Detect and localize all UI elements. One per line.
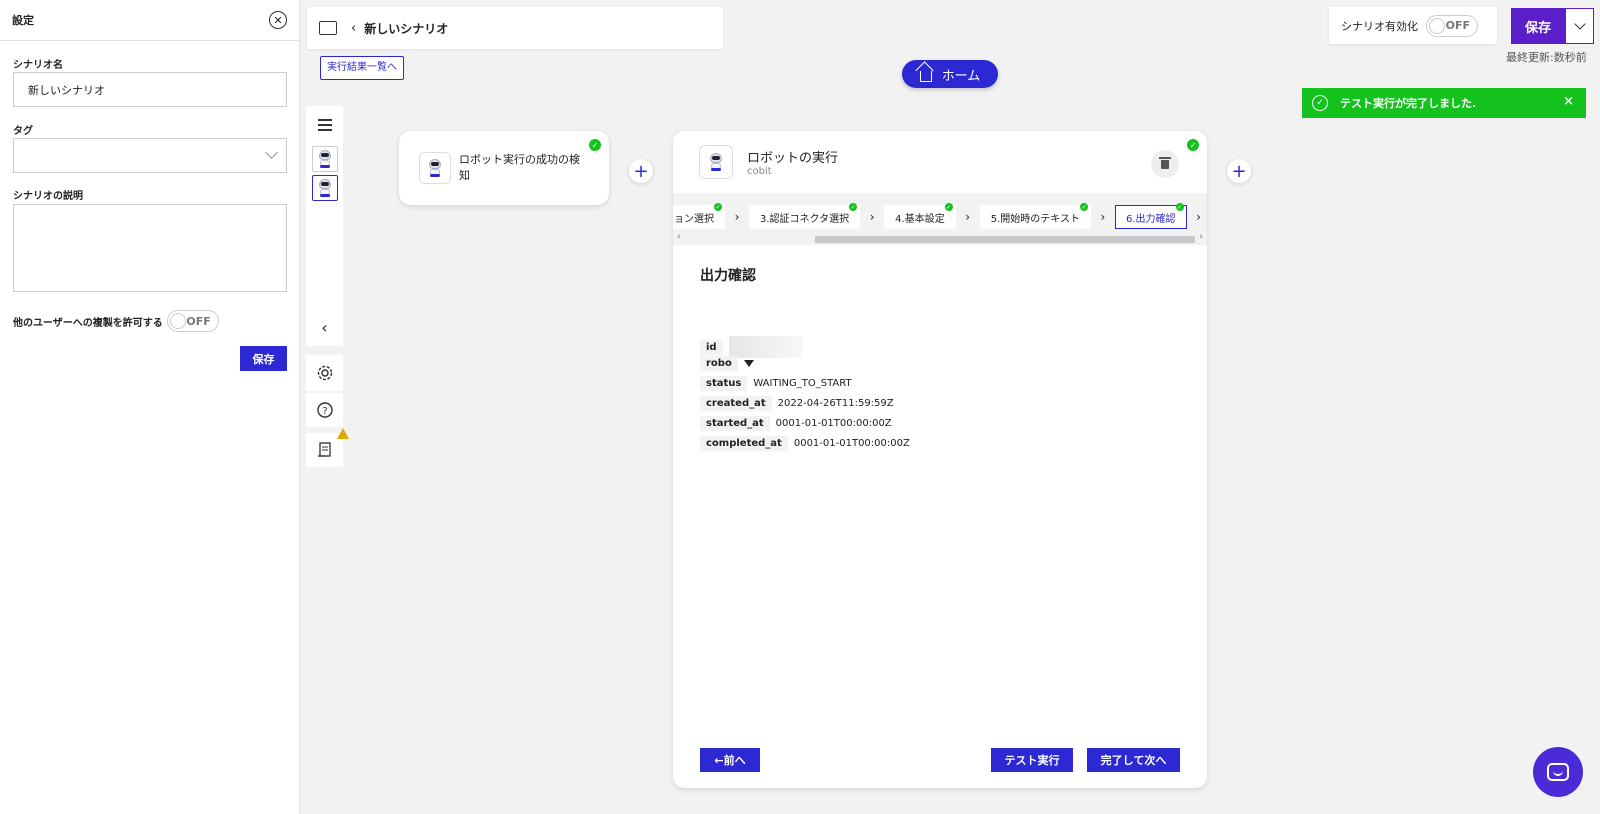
gear-icon[interactable] [306,355,343,391]
step-tab[interactable]: 4.基本設定 ✓ [884,203,956,229]
horizontal-scrollbar[interactable]: ‹ › [673,232,1207,244]
toggle-knob [169,313,186,329]
allow-copy-toggle-text: OFF [186,314,211,328]
toast-message: テスト実行が完了しました. [1340,97,1477,110]
allow-copy-row: 他のユーザーへの複製を許可する OFF [13,310,219,332]
output-row-created-at: created_at 2022-04-26T11:59:59Z [700,396,894,411]
scenario-enable-toggle-text: OFF [1445,19,1470,32]
tag-select[interactable] [13,138,287,173]
svg-text:?: ? [322,406,327,417]
toast-close-icon[interactable]: × [1563,94,1574,109]
chevron-down-icon [1573,18,1586,30]
output-row-robo[interactable]: robo [700,356,754,371]
chevron-down-icon [265,146,278,159]
save-split-button: 保存 [1511,8,1594,44]
settings-panel: 設定 ✕ シナリオ名 タグ シナリオの説明 他のユーザーへの複製を許可する OF… [0,0,300,814]
folder-icon[interactable] [319,21,337,35]
breadcrumb: ‹ 新しいシナリオ [307,7,723,49]
save-button[interactable]: 保存 [1511,8,1565,44]
check-badge-icon: ✓ [589,139,601,151]
description-label: シナリオの説明 [13,191,83,202]
scenario-enable-box: シナリオ有効化 OFF [1329,7,1497,44]
add-step-button[interactable]: + [1227,159,1251,183]
output-row-id: id [700,336,803,358]
output-row-status: status WAITING_TO_START [700,376,852,391]
scenario-enable-label: シナリオ有効化 [1341,19,1418,33]
output-title: 出力確認 [700,268,756,284]
home-icon [919,70,932,82]
scenario-title[interactable]: 新しいシナリオ [364,20,448,37]
trigger-node[interactable]: ロボット実行の成功の検知 ✓ [399,131,609,205]
list-view-button[interactable] [306,106,343,143]
step-thumb-action[interactable] [311,175,338,201]
steps-bar: ョン選択 ✓ › 3.認証コネクタ選択 ✓ › 4.基本設定 ✓ › 5.開始時のテキ… [673,193,1207,245]
chevron-left-icon[interactable]: ‹ [351,21,356,36]
check-badge-icon: ✓ [1187,139,1199,151]
chat-icon[interactable] [1533,747,1583,797]
results-list-link[interactable]: 実行結果一覧へ [320,56,404,80]
last-updated-text: 最終更新:数秒前 [1506,51,1587,64]
chevron-right-icon: › [1100,210,1106,224]
allow-copy-label: 他のユーザーへの複製を許可する [13,317,163,329]
step-thumb-trigger[interactable] [311,146,338,172]
scenario-name-label: シナリオ名 [13,60,63,71]
step-tab[interactable]: ョン選択 ✓ [673,203,725,229]
home-button[interactable]: ホーム [902,60,998,88]
toggle-knob [1429,17,1445,34]
settings-title: 設定 [12,14,34,27]
chevron-right-icon: › [734,210,740,224]
step-navigator: ‹ [306,106,343,346]
trash-icon[interactable] [1151,150,1179,178]
output-row-completed-at: completed_at 0001-01-01T00:00:00Z [700,436,910,451]
steps-list: ョン選択 ✓ › 3.認証コネクタ選択 ✓ › 4.基本設定 ✓ › 5.開始時のテキ… [673,203,1207,230]
chevron-right-icon: › [965,210,971,224]
scroll-left-icon[interactable]: ‹ [677,232,681,242]
success-toast: ✓ テスト実行が完了しました. × [1302,88,1586,118]
close-icon[interactable]: ✕ [269,11,287,29]
robot-icon [699,145,733,179]
description-textarea[interactable] [13,204,287,292]
save-options-button[interactable] [1565,8,1594,44]
chevron-right-icon: › [869,210,875,224]
scrollbar-thumb[interactable] [815,236,1195,243]
robot-icon [419,152,451,184]
robot-icon [317,150,333,168]
settings-header: 設定 ✕ [0,0,299,41]
allow-copy-toggle[interactable]: OFF [166,310,219,332]
robot-icon [317,179,333,197]
check-circle-icon: ✓ [1312,95,1328,111]
add-step-button[interactable]: + [629,159,653,183]
redacted-value [728,336,803,358]
home-label: ホーム [941,68,981,84]
step-tab-active[interactable]: 6.出力確認 ✓ [1114,203,1187,229]
scenario-name-input[interactable] [13,72,287,107]
step-tab[interactable]: 5.開始時のテキスト ✓ [979,203,1091,229]
tag-label: タグ [13,126,33,137]
prev-button[interactable]: ←前へ [700,748,760,772]
step-tab[interactable]: 3.認証コネクタ選択 ✓ [749,203,861,229]
scenario-enable-toggle[interactable]: OFF [1426,14,1478,37]
action-node-header: ロボットの実行 cobit ✓ [673,131,1207,193]
action-node: ロボットの実行 cobit ✓ ョン選択 ✓ › 3.認証コネクタ選択 ✓ › 4.… [673,131,1207,788]
help-icon[interactable]: ? [306,393,343,427]
list-icon [317,119,332,131]
complete-next-button[interactable]: 完了して次へ [1087,748,1180,772]
warning-icon [337,428,349,439]
expand-caret-icon[interactable] [743,360,754,367]
chevron-right-icon: › [1196,210,1201,224]
test-run-button[interactable]: テスト実行 [991,748,1073,772]
action-node-subtitle: cobit [747,166,772,177]
output-row-started-at: started_at 0001-01-01T00:00:00Z [700,416,892,431]
trigger-node-label: ロボット実行の成功の検知 [459,153,580,182]
scroll-right-icon[interactable]: › [1199,232,1203,242]
action-node-title: ロボットの実行 [747,151,839,166]
collapse-chevron-icon[interactable]: ‹ [306,309,343,346]
settings-save-button[interactable]: 保存 [240,346,287,371]
